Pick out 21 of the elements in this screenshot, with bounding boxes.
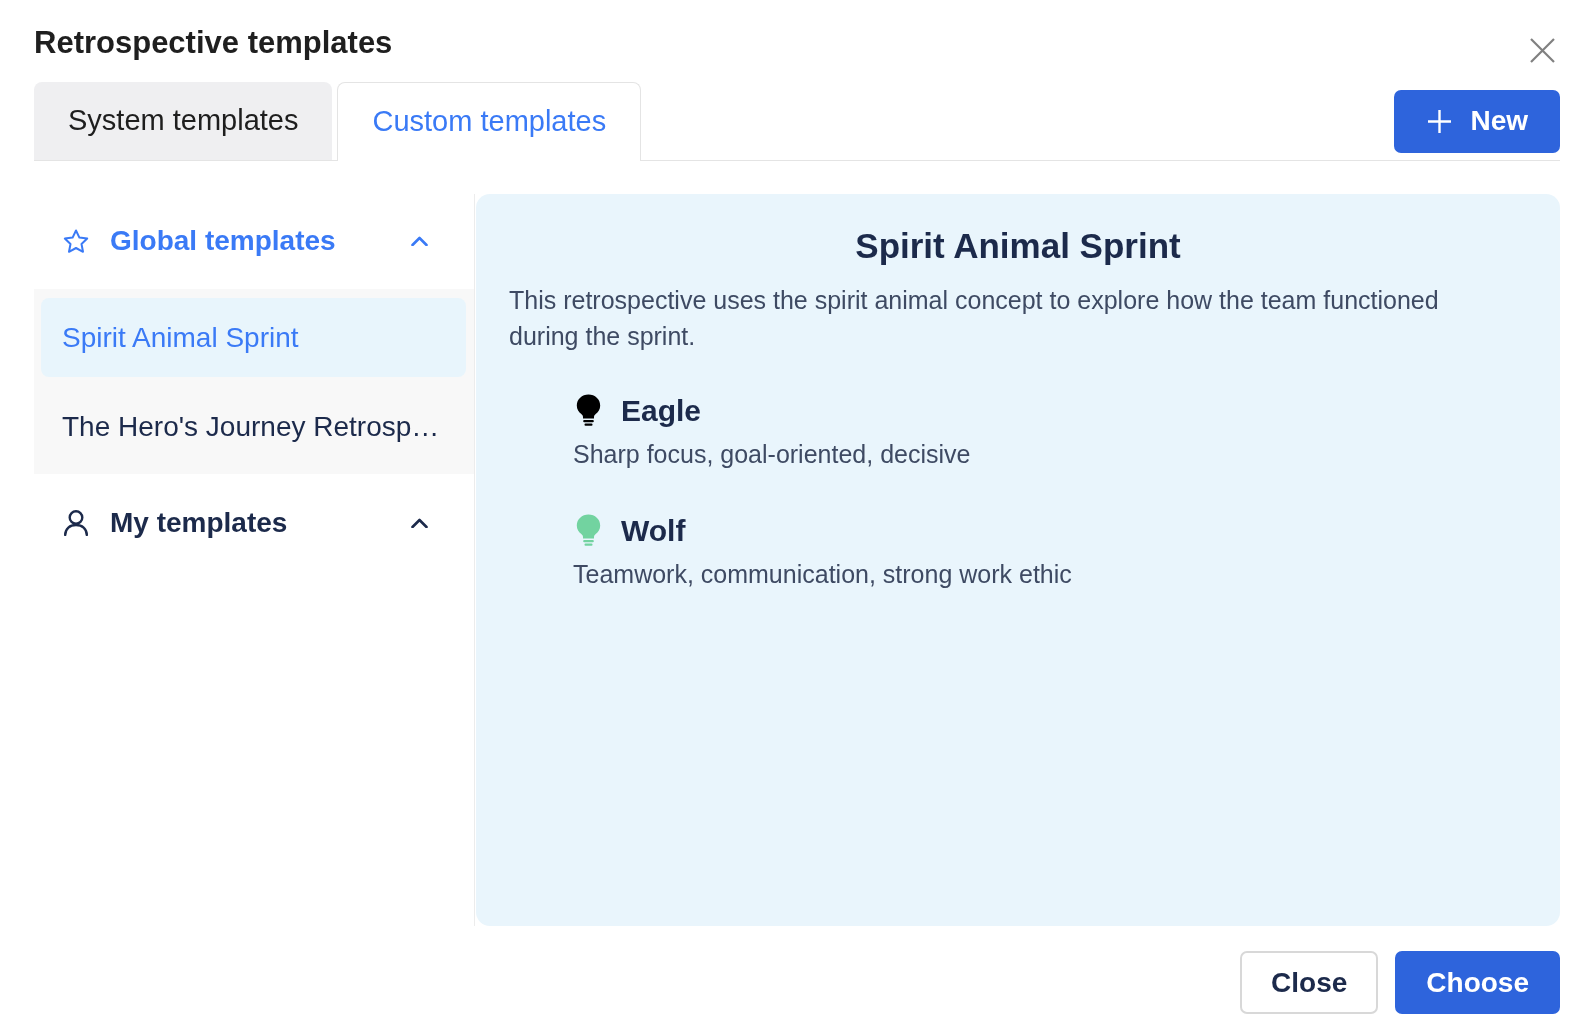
chevron-up-icon[interactable] [411,518,428,528]
close-icon[interactable] [1530,38,1555,63]
column-description: Teamwork, communication, strong work ethic [573,559,1072,590]
column-title: Wolf [621,512,686,549]
secondary-button[interactable]: Close [1240,951,1379,1014]
person-icon [63,510,89,536]
dialog-title: Retrospective templates [34,24,393,62]
template-item[interactable]: The Hero's Journey Retrosp… [41,387,466,466]
plus-icon [1428,109,1452,133]
template-item[interactable]: Spirit Animal Sprint [41,298,466,377]
tab[interactable]: System templates [34,82,333,160]
group-header[interactable]: Global templates [34,216,474,266]
tab[interactable]: Custom templates [337,82,642,161]
preview-title: Spirit Animal Sprint [854,225,1182,267]
new-button[interactable]: New [1394,89,1560,153]
preview-description: This retrospective uses the spirit animal concept to explore how the team functioned during the sprint. [509,285,1440,352]
column-title: Eagle [621,392,702,429]
primary-button[interactable]: Choose [1395,951,1560,1014]
column-description: Sharp focus, goal-oriented, decisive [573,439,971,470]
star-icon [63,228,89,254]
group-header[interactable]: My templates [34,498,474,548]
